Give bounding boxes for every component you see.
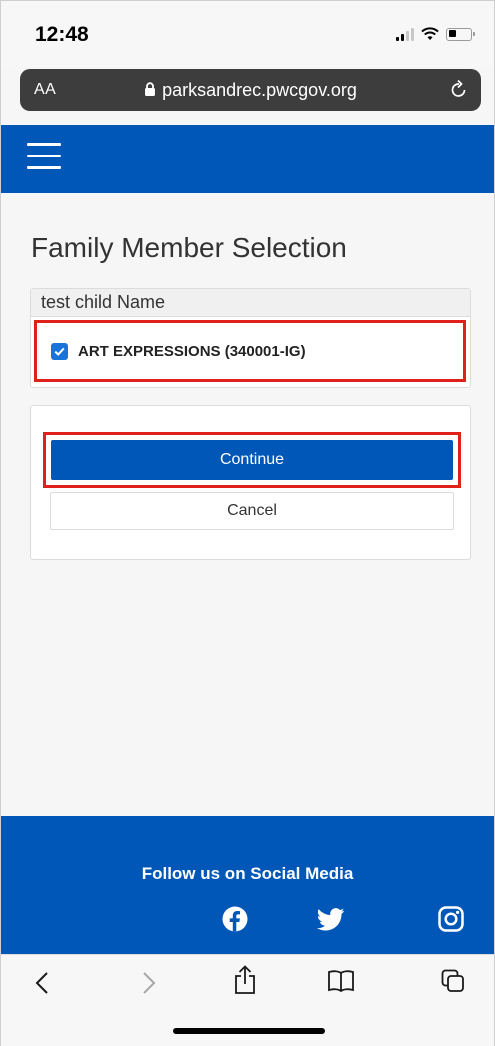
menu-icon[interactable] — [27, 143, 61, 171]
forward-icon[interactable] — [142, 971, 156, 995]
share-icon[interactable] — [233, 965, 257, 995]
status-bar: 12:48 — [1, 1, 494, 67]
facebook-icon[interactable] — [222, 906, 248, 932]
status-time: 12:48 — [35, 23, 89, 46]
tabs-icon[interactable] — [441, 969, 465, 993]
reload-icon[interactable] — [449, 79, 469, 101]
footer-title: Follow us on Social Media — [141, 864, 354, 883]
checkmark-icon — [54, 347, 65, 356]
activity-checkbox[interactable] — [51, 343, 68, 360]
back-icon[interactable] — [35, 971, 49, 995]
cancel-button[interactable]: Cancel — [50, 492, 454, 530]
member-name: test child Name — [31, 289, 470, 317]
url-display[interactable]: parksandrec.pwcgov.org — [20, 80, 481, 101]
status-icons — [396, 27, 475, 41]
page-title: Family Member Selection — [31, 232, 347, 263]
home-indicator — [173, 1028, 325, 1034]
activity-option[interactable]: ART EXPRESSIONS (340001-IG) — [51, 343, 306, 360]
family-member-card: test child Name ART EXPRESSIONS (340001-… — [30, 288, 471, 388]
url-text: parksandrec.pwcgov.org — [162, 80, 357, 100]
browser-toolbar — [1, 954, 494, 1046]
battery-icon — [446, 27, 475, 41]
continue-button[interactable]: Continue — [51, 440, 453, 480]
lock-icon — [145, 82, 156, 96]
twitter-icon[interactable] — [317, 908, 345, 931]
address-bar[interactable]: AA parksandrec.pwcgov.org — [20, 69, 481, 111]
instagram-icon[interactable] — [438, 906, 464, 932]
site-header — [1, 125, 494, 193]
action-card: Continue Cancel — [30, 405, 471, 560]
wifi-icon — [421, 27, 439, 40]
activity-label: ART EXPRESSIONS (340001-IG) — [78, 343, 306, 360]
continue-highlight-box: Continue — [43, 432, 461, 488]
phone-screen: 12:48 AA parksandrec.pwcgov.org Family M… — [0, 0, 495, 1046]
activity-highlight-box: ART EXPRESSIONS (340001-IG) — [34, 320, 466, 382]
bookmarks-icon[interactable] — [327, 969, 355, 993]
signal-icon — [396, 27, 414, 41]
site-footer: Follow us on Social Media — [1, 816, 494, 954]
